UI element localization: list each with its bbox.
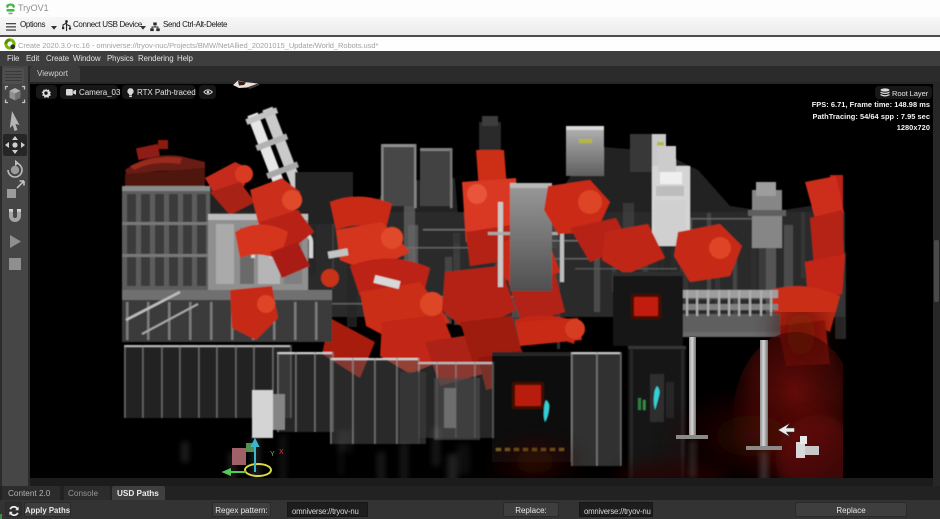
svg-text:Y: Y bbox=[270, 451, 275, 458]
svg-text:X: X bbox=[279, 449, 284, 456]
